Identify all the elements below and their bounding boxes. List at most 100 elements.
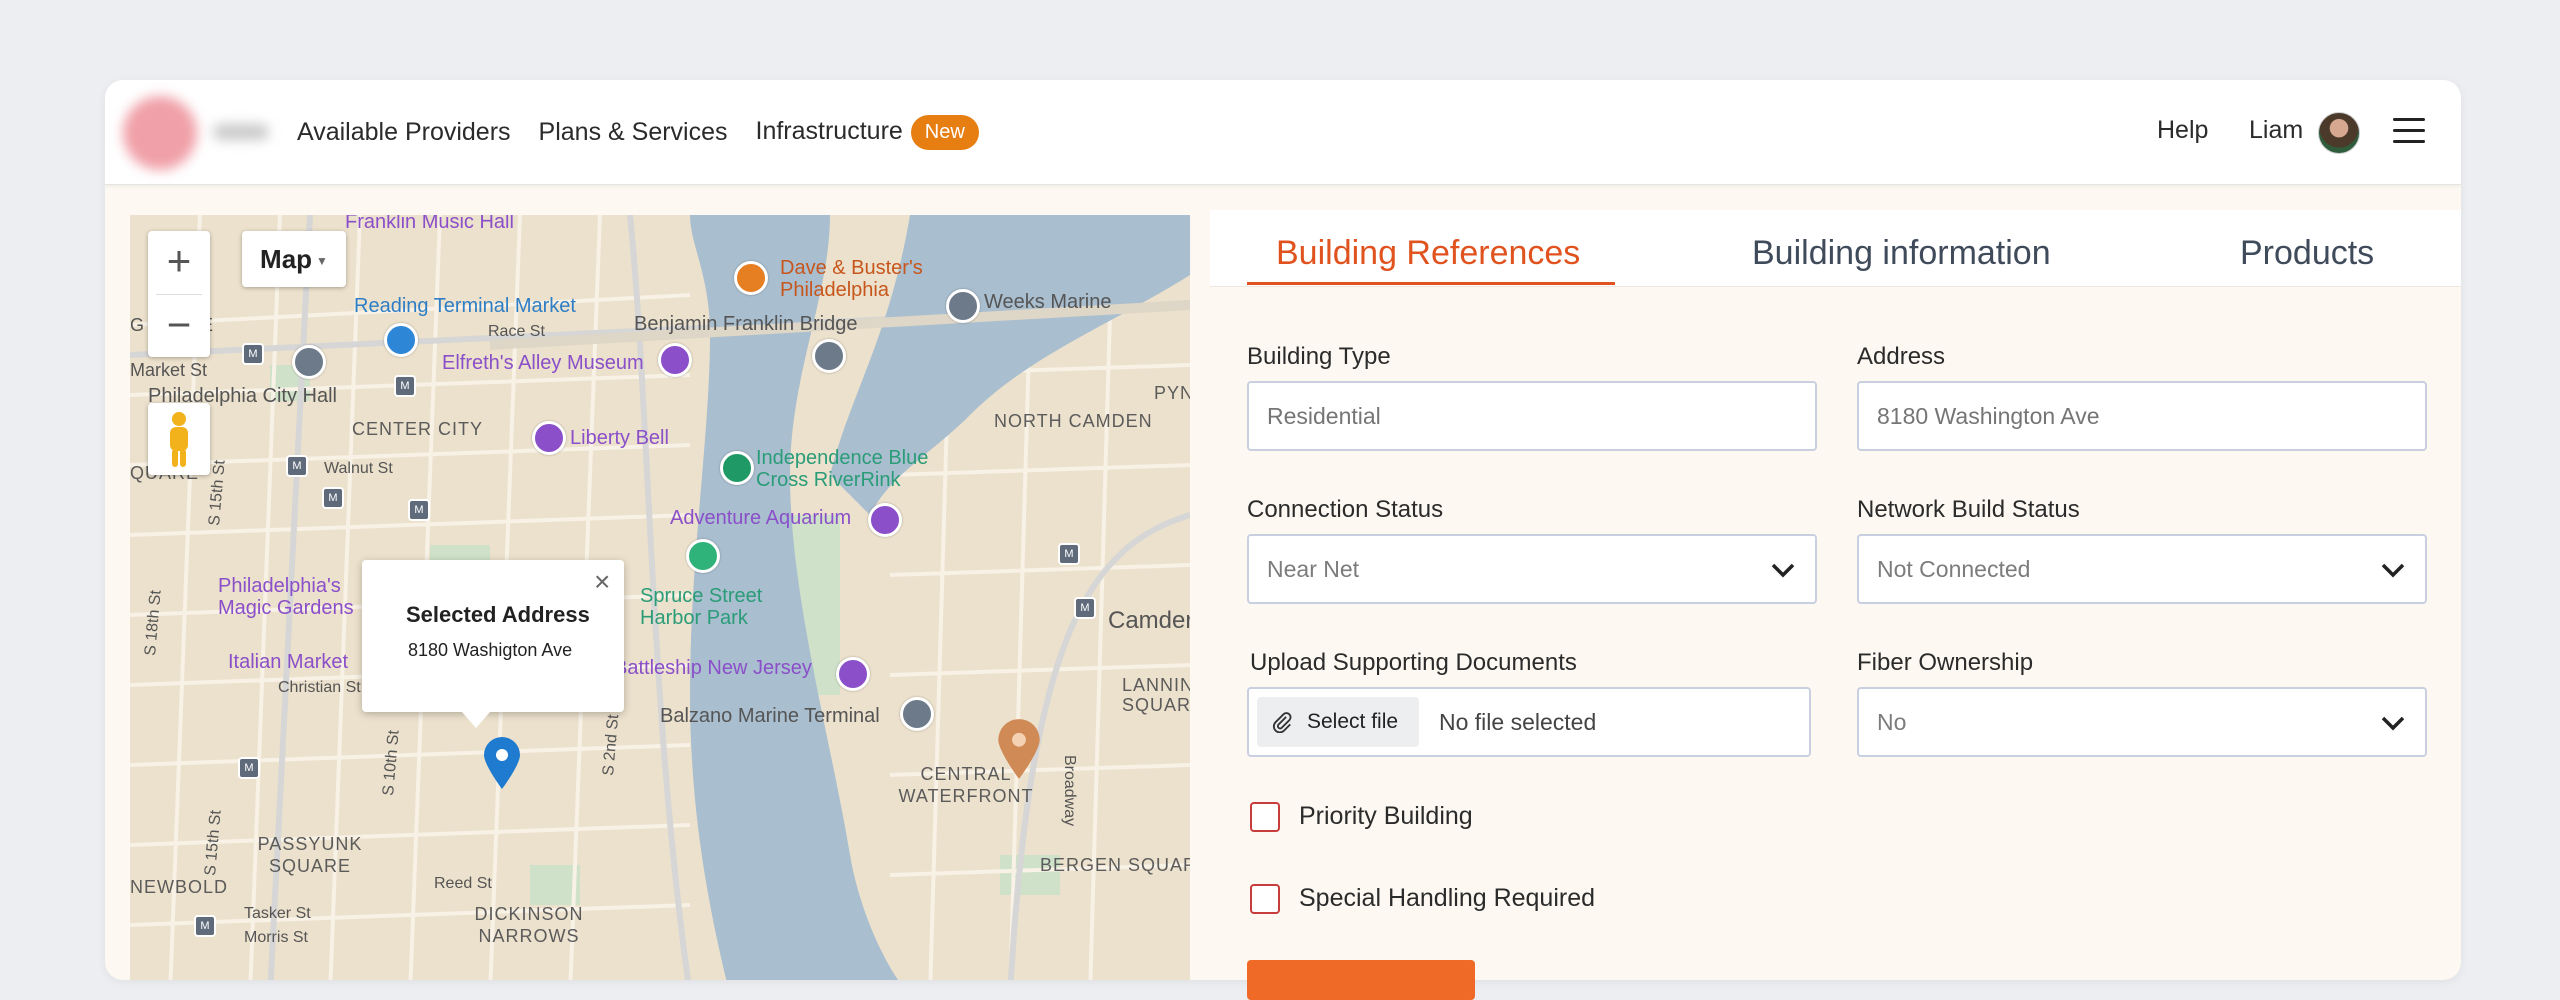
priority-building-label: Priority Building [1299, 802, 1473, 830]
map-view[interactable]: Franklin Music Hall Reading Terminal Mar… [130, 215, 1190, 980]
map-label-race-st: Race St [488, 323, 545, 340]
map-pin-icon[interactable] [532, 421, 566, 455]
popup-address: 8180 Washigton Ave [408, 640, 573, 660]
map-label-weeks-marine: Weeks Marine [984, 291, 1112, 313]
top-navigation-bar: Available Providers Plans & Services Inf… [105, 80, 2461, 185]
priority-building-checkbox[interactable] [1250, 802, 1280, 832]
building-type-label: Building Type [1247, 343, 1391, 370]
map-label-dave-busters: Dave & Buster's Philadelphia [780, 257, 923, 301]
map-pin-icon[interactable] [720, 451, 754, 485]
file-status-text: No file selected [1439, 709, 1597, 735]
map-pin-icon[interactable] [868, 503, 902, 537]
metro-icon: M [194, 915, 216, 937]
map-label-passyunk-square: PASSYUNK SQUARE [257, 834, 363, 876]
map-label-liberty-bell: Liberty Bell [570, 427, 669, 449]
metro-icon: M [238, 757, 260, 779]
map-label-reading-terminal: Reading Terminal Market [354, 295, 576, 317]
tab-building-references[interactable]: Building References [1276, 234, 1580, 273]
nav-plans-services[interactable]: Plans & Services [539, 118, 728, 147]
map-label-camden: Camder [1108, 607, 1190, 634]
map-label-adventure-aquarium: Adventure Aquarium [670, 507, 852, 529]
map-label-tasker-st: Tasker St [244, 905, 311, 922]
map-label-balzano: Balzano Marine Terminal [660, 705, 880, 727]
zoom-out-button[interactable]: − [148, 295, 210, 357]
special-handling-label: Special Handling Required [1299, 884, 1596, 912]
map-pin-icon[interactable] [996, 719, 1042, 779]
map-pin-icon[interactable] [292, 345, 326, 379]
address-field[interactable] [1857, 381, 2427, 451]
metro-icon: M [408, 499, 430, 521]
brand-logo[interactable] [123, 96, 273, 170]
map-label-dickinson-narrows: DICKINSON NARROWS [474, 904, 584, 946]
avatar[interactable] [2318, 112, 2360, 154]
metro-icon: M [286, 455, 308, 477]
building-type-field[interactable] [1247, 381, 1817, 451]
map-label-center-city: CENTER CITY [352, 419, 484, 439]
special-handling-checkbox[interactable] [1250, 884, 1280, 914]
map-label-reed-st: Reed St [434, 875, 492, 892]
select-file-label: Select file [1307, 710, 1399, 733]
map-type-label: Map [260, 244, 313, 274]
fiber-ownership-label: Fiber Ownership [1857, 649, 2034, 676]
nav-infrastructure-label: Infrastructure [755, 116, 903, 145]
map-pin-icon[interactable] [836, 657, 870, 691]
fiber-ownership-value: No [1877, 709, 1907, 735]
tab-products[interactable]: Products [2240, 234, 2374, 273]
chevron-down-icon [1771, 563, 1795, 578]
building-type-input[interactable] [1267, 383, 1797, 450]
selected-location-marker[interactable] [482, 737, 522, 789]
file-upload-field[interactable]: Select file No file selected [1247, 687, 1811, 757]
connection-status-select[interactable]: Near Net [1247, 534, 1817, 604]
connection-status-label: Connection Status [1247, 496, 1444, 523]
map-pin-icon[interactable] [384, 323, 418, 357]
app-frame: Available Providers Plans & Services Inf… [105, 80, 2461, 980]
map-label-italian-market: Italian Market [228, 651, 349, 673]
map-label-franklin-music-hall: Franklin Music Hall [345, 215, 514, 233]
fiber-ownership-select[interactable]: No [1857, 687, 2427, 757]
map-pin-icon[interactable] [812, 339, 846, 373]
map-pin-icon[interactable] [686, 539, 720, 573]
nav-infrastructure[interactable]: Infrastructure New [755, 114, 979, 150]
nav-available-providers[interactable]: Available Providers [297, 118, 511, 147]
user-menu[interactable]: Liam [2249, 116, 2303, 145]
close-icon[interactable]: × [594, 566, 610, 598]
map-label-north-camden: NORTH CAMDEN [994, 411, 1153, 431]
map-pin-icon[interactable] [658, 343, 692, 377]
map-label-benjamin-franklin: Benjamin Franklin Bridge [634, 313, 858, 335]
connection-status-value: Near Net [1267, 556, 1360, 582]
network-build-status-select[interactable]: Not Connected [1857, 534, 2427, 604]
tab-building-information[interactable]: Building information [1752, 234, 2051, 273]
tab-bar: Building References Building information… [1210, 210, 2461, 287]
main-nav: Available Providers Plans & Services Inf… [297, 80, 1007, 184]
pegman-icon[interactable] [148, 403, 210, 475]
map-label-magic-gardens: Philadelphia's Magic Gardens [218, 575, 354, 619]
popup-title: Selected Address [406, 602, 590, 627]
metro-icon: M [394, 375, 416, 397]
help-link[interactable]: Help [2157, 116, 2208, 145]
map-pin-icon[interactable] [734, 261, 768, 295]
map-label-lanning-square: LANNING SQUARE [1122, 675, 1190, 715]
submit-button[interactable] [1247, 960, 1475, 1000]
map-label-walnut-st: Walnut St [324, 460, 393, 477]
map-label-broadway: Broadway [1061, 755, 1078, 827]
upload-label: Upload Supporting Documents [1250, 649, 1577, 676]
map-pin-icon[interactable] [900, 697, 934, 731]
network-build-status-label: Network Build Status [1857, 496, 2080, 523]
zoom-control: + − [148, 231, 210, 357]
map-label-morris-st: Morris St [244, 929, 308, 946]
map-label-market-st: Market St [130, 360, 208, 380]
map-label-bergen-square: BERGEN SQUAR [1040, 855, 1190, 875]
menu-icon[interactable] [2393, 118, 2425, 144]
address-input[interactable] [1877, 383, 2407, 450]
metro-icon: M [242, 343, 264, 365]
new-badge: New [910, 114, 979, 150]
caret-down-icon: ▼ [316, 254, 328, 269]
network-build-status-value: Not Connected [1877, 556, 2031, 582]
select-file-button[interactable]: Select file [1257, 697, 1419, 747]
map-pin-icon[interactable] [946, 289, 980, 323]
map-type-dropdown[interactable]: Map ▼ [242, 231, 346, 287]
metro-icon: M [1074, 597, 1096, 619]
map-label-pyne-poynt: PYNE POYNT [1154, 383, 1190, 403]
zoom-in-button[interactable]: + [148, 231, 210, 293]
selected-address-popup: × Selected Address 8180 Washigton Ave [362, 560, 624, 728]
